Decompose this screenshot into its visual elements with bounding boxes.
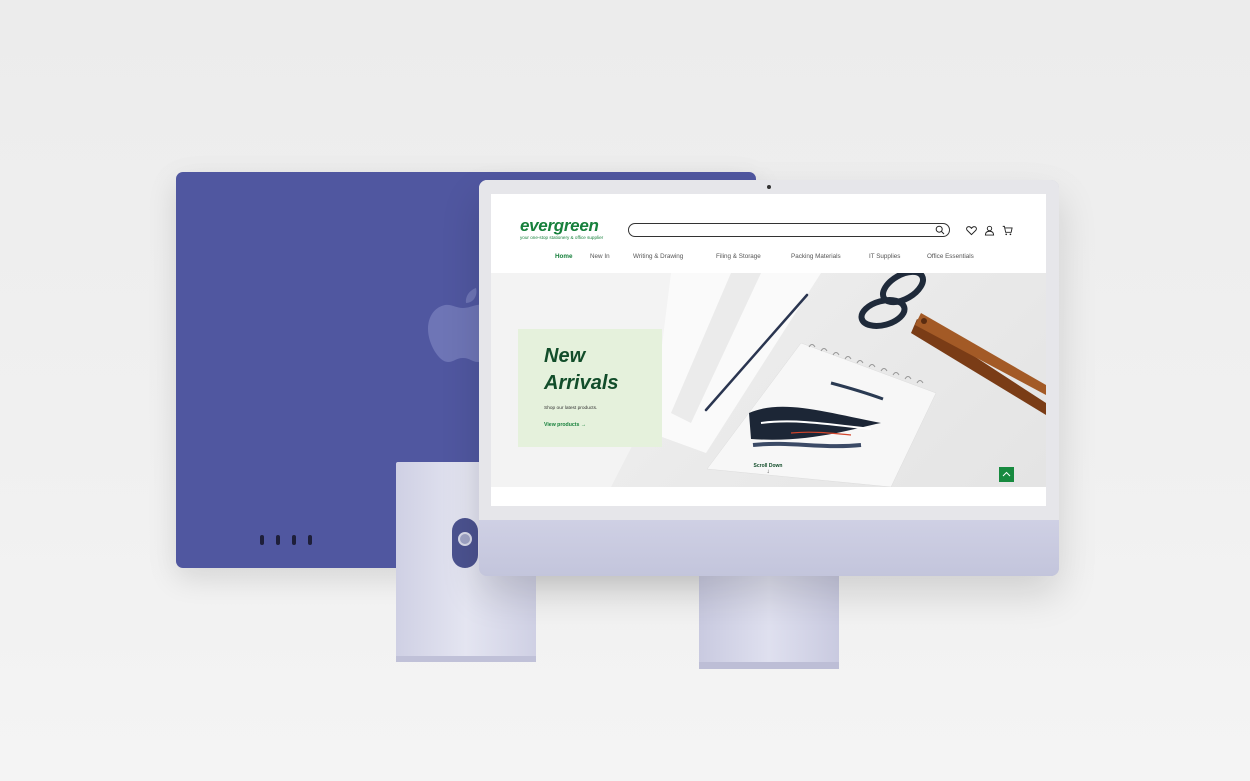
search-bar[interactable] (628, 223, 950, 237)
rear-ports (260, 535, 312, 545)
monitor-chin (479, 520, 1059, 576)
search-icon[interactable] (935, 225, 945, 235)
view-products-link[interactable]: View products → (544, 422, 586, 428)
nav-writing-drawing[interactable]: Writing & Drawing (633, 253, 683, 260)
hero-title: New Arrivals (544, 345, 619, 394)
power-connector (458, 532, 472, 546)
nav-it-supplies[interactable]: IT Supplies (869, 253, 900, 260)
site-header: evergreen your one-stop stationery & off… (491, 194, 1046, 272)
scroll-down-button[interactable]: Scroll Down ↓ (747, 463, 789, 475)
heart-icon[interactable] (966, 225, 977, 236)
site-logo[interactable]: evergreen (520, 217, 599, 234)
user-icon[interactable] (984, 225, 995, 236)
hero-banner: New Arrivals Shop our latest products. V… (491, 273, 1046, 487)
nav-office-essentials[interactable]: Office Essentials (927, 253, 974, 260)
chevron-up-icon (1002, 471, 1011, 477)
arrow-right-icon: → (580, 422, 587, 428)
nav-new-in[interactable]: New In (590, 253, 610, 260)
hero-subtitle: Shop our latest products. (544, 406, 598, 411)
nav-packing-materials[interactable]: Packing Materials (791, 253, 841, 260)
front-stand-base (699, 662, 839, 669)
hero-card: New Arrivals Shop our latest products. V… (518, 329, 662, 447)
back-to-top-button[interactable] (999, 467, 1014, 482)
search-input[interactable] (637, 225, 927, 235)
back-stand-base (396, 656, 536, 662)
site-tagline: your one-stop stationery & office suppli… (520, 235, 604, 240)
front-imac-device: evergreen your one-stop stationery & off… (479, 180, 1059, 576)
cart-icon[interactable] (1002, 225, 1013, 236)
website-screen: evergreen your one-stop stationery & off… (491, 194, 1046, 506)
page-below-fold (491, 487, 1046, 506)
webcam (767, 185, 771, 189)
main-nav: Home New In Writing & Drawing Filing & S… (491, 253, 1046, 265)
arrow-down-icon: ↓ (766, 469, 770, 475)
nav-home[interactable]: Home (555, 253, 573, 260)
front-stand (699, 576, 839, 668)
nav-filing-storage[interactable]: Filing & Storage (716, 253, 761, 260)
